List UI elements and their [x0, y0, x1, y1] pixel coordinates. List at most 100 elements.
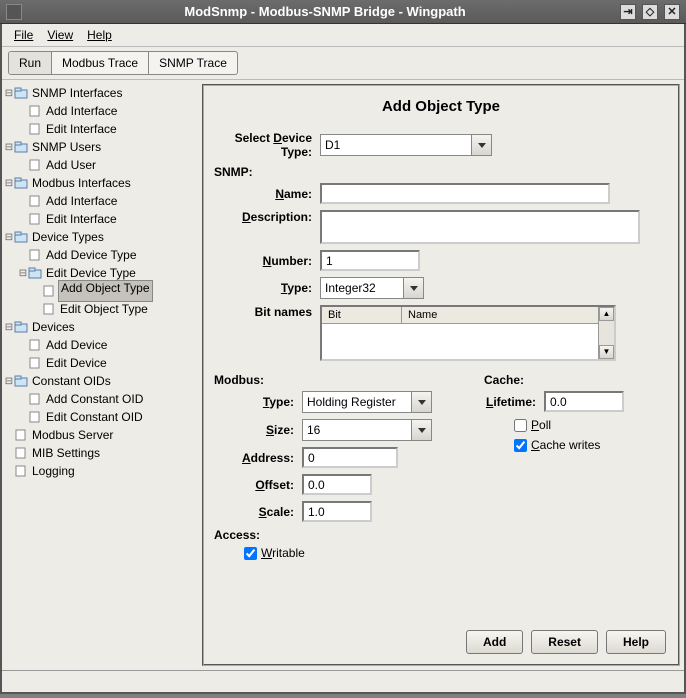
file-icon	[14, 447, 28, 459]
nav-tree[interactable]: ⊟SNMP Interfaces Add Interface Edit Inte…	[2, 80, 198, 670]
file-icon	[42, 285, 56, 297]
tree-snmp-interfaces[interactable]: ⊟SNMP Interfaces	[4, 84, 196, 102]
scroll-up-icon[interactable]: ▲	[599, 307, 614, 321]
dropdown-arrow-icon[interactable]	[471, 135, 491, 155]
folder-icon	[14, 321, 28, 333]
number-input[interactable]	[320, 250, 420, 271]
dropdown-arrow-icon[interactable]	[403, 278, 423, 298]
tree-add-interface[interactable]: Add Interface	[4, 102, 196, 120]
cache-section-label: Cache:	[484, 373, 624, 387]
tree-add-device[interactable]: Add Device	[4, 336, 196, 354]
folder-icon	[28, 267, 42, 279]
bitnames-table[interactable]: BitName ▲▼	[320, 305, 616, 361]
dropdown-arrow-icon[interactable]	[411, 420, 431, 440]
file-icon	[14, 465, 28, 477]
tree-add-constant-oid[interactable]: Add Constant OID	[4, 390, 196, 408]
file-icon	[28, 339, 42, 351]
offset-label: Offset:	[232, 478, 302, 492]
name-input[interactable]	[320, 183, 610, 204]
menubar: File View Help	[2, 24, 684, 47]
tree-edit-object-type[interactable]: Edit Object Type	[4, 300, 196, 318]
titlebar: ModSnmp - Modbus-SNMP Bridge - Wingpath …	[0, 0, 686, 24]
lifetime-label: Lifetime:	[484, 395, 544, 409]
tree-add-interface-2[interactable]: Add Interface	[4, 192, 196, 210]
reset-button[interactable]: Reset	[531, 630, 598, 654]
snmp-type-value[interactable]	[321, 278, 403, 298]
mb-type-label: Type:	[232, 395, 302, 409]
writable-checkbox[interactable]: Writable	[244, 546, 454, 560]
tree-devices[interactable]: ⊟Devices	[4, 318, 196, 336]
description-input[interactable]	[320, 210, 640, 244]
form-panel: Add Object Type Select Device Type: SNMP…	[202, 84, 680, 666]
tree-edit-interface[interactable]: Edit Interface	[4, 120, 196, 138]
file-icon	[14, 429, 28, 441]
address-input[interactable]	[302, 447, 398, 468]
tab-modbus-trace[interactable]: Modbus Trace	[52, 52, 149, 74]
tree-modbus-interfaces[interactable]: ⊟Modbus Interfaces	[4, 174, 196, 192]
tab-row: Run Modbus Trace SNMP Trace	[2, 47, 684, 80]
add-button[interactable]: Add	[466, 630, 523, 654]
form-title: Add Object Type	[214, 98, 668, 115]
file-icon	[28, 393, 42, 405]
tree-device-types[interactable]: ⊟Device Types	[4, 228, 196, 246]
scroll-down-icon[interactable]: ▼	[599, 345, 614, 359]
bit-column-header: Bit	[322, 307, 402, 323]
tree-add-device-type[interactable]: Add Device Type	[4, 246, 196, 264]
tab-snmp-trace[interactable]: SNMP Trace	[149, 52, 237, 74]
snmp-type-select[interactable]	[320, 277, 424, 299]
cache-writes-checkbox[interactable]: Cache writes	[514, 438, 624, 452]
file-icon	[28, 249, 42, 261]
tree-snmp-users[interactable]: ⊟SNMP Users	[4, 138, 196, 156]
tab-run[interactable]: Run	[9, 52, 52, 74]
dropdown-arrow-icon[interactable]	[411, 392, 431, 412]
description-label: Description:	[232, 210, 320, 224]
file-icon	[28, 159, 42, 171]
tree-add-object-type[interactable]: Add Object Type	[4, 282, 196, 300]
folder-icon	[14, 87, 28, 99]
bitnames-label: Bit names	[232, 305, 320, 319]
menu-view[interactable]: View	[41, 26, 79, 44]
tree-edit-interface-2[interactable]: Edit Interface	[4, 210, 196, 228]
close-button[interactable]: ✕	[664, 4, 680, 20]
number-label: Number:	[232, 254, 320, 268]
file-icon	[28, 357, 42, 369]
snmp-section-label: SNMP:	[214, 165, 668, 179]
menu-file[interactable]: File	[8, 26, 39, 44]
size-label: Size:	[232, 423, 302, 437]
tree-modbus-server[interactable]: Modbus Server	[4, 426, 196, 444]
tree-constant-oids[interactable]: ⊟Constant OIDs	[4, 372, 196, 390]
select-device-label: Select Device Type:	[214, 131, 320, 159]
appmenu-icon[interactable]	[6, 4, 22, 20]
help-button[interactable]: Help	[606, 630, 666, 654]
file-icon	[28, 123, 42, 135]
tree-edit-constant-oid[interactable]: Edit Constant OID	[4, 408, 196, 426]
file-icon	[28, 411, 42, 423]
name-column-header: Name	[402, 307, 614, 323]
tree-mib-settings[interactable]: MIB Settings	[4, 444, 196, 462]
size-select[interactable]	[302, 419, 432, 441]
tree-logging[interactable]: Logging	[4, 462, 196, 480]
size-value[interactable]	[303, 420, 411, 440]
lifetime-input[interactable]	[544, 391, 624, 412]
tree-edit-device[interactable]: Edit Device	[4, 354, 196, 372]
access-section-label: Access:	[214, 528, 454, 542]
address-label: Address:	[232, 451, 302, 465]
scale-label: Scale:	[232, 505, 302, 519]
maximize-button[interactable]: ◇	[642, 4, 658, 20]
scrollbar[interactable]: ▲▼	[598, 307, 614, 359]
file-icon	[28, 195, 42, 207]
device-type-value[interactable]	[321, 135, 471, 155]
device-type-select[interactable]	[320, 134, 492, 156]
menu-help[interactable]: Help	[81, 26, 118, 44]
mb-type-select[interactable]	[302, 391, 432, 413]
offset-input[interactable]	[302, 474, 372, 495]
folder-icon	[14, 231, 28, 243]
folder-icon	[14, 141, 28, 153]
file-icon	[28, 213, 42, 225]
tree-add-user[interactable]: Add User	[4, 156, 196, 174]
poll-checkbox[interactable]: Poll	[514, 418, 624, 432]
mb-type-value[interactable]	[303, 392, 411, 412]
folder-icon	[14, 177, 28, 189]
scale-input[interactable]	[302, 501, 372, 522]
rollup-button[interactable]: ⇥	[620, 4, 636, 20]
